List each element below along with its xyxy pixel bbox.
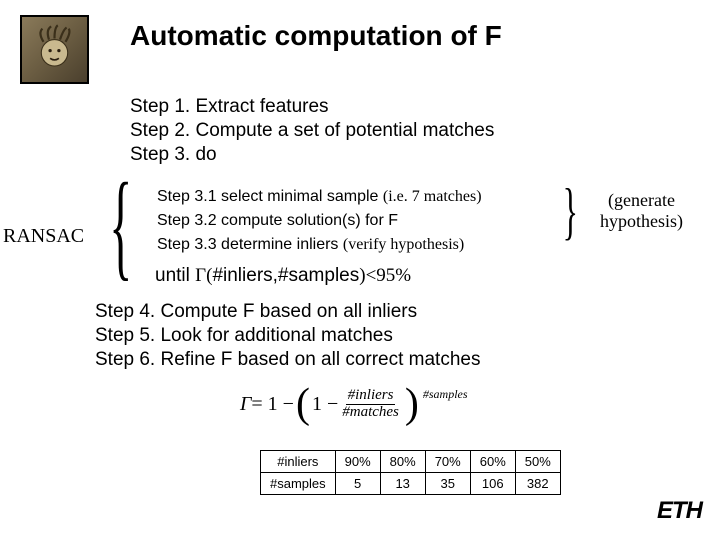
step-5: Step 5. Look for additional matches bbox=[95, 324, 480, 348]
step-3: Step 3. do bbox=[130, 143, 494, 167]
step-4: Step 4. Compute F based on all inliers bbox=[95, 300, 480, 324]
step-3-2: Step 3.2 compute solution(s) for F bbox=[157, 209, 482, 233]
until-condition: until Γ(#inliers,#samples)<95% bbox=[155, 265, 411, 287]
fraction: #inliers #matches bbox=[340, 388, 401, 421]
row-label-inliers: #inliers bbox=[261, 451, 336, 473]
ransac-label: RANSAC bbox=[3, 225, 84, 248]
substeps: Step 3.1 select minimal sample (i.e. 7 m… bbox=[157, 185, 482, 257]
table-row: #inliers 90% 80% 70% 60% 50% bbox=[261, 451, 561, 473]
medusa-logo bbox=[20, 15, 89, 84]
steps-bottom: Step 4. Compute F based on all inliers S… bbox=[95, 300, 480, 371]
step-6: Step 6. Refine F based on all correct ma… bbox=[95, 348, 480, 372]
page-title: Automatic computation of F bbox=[130, 20, 502, 52]
table-row: #samples 5 13 35 106 382 bbox=[261, 473, 561, 495]
step-3-3: Step 3.3 determine inliers (verify hypot… bbox=[157, 233, 482, 257]
samples-table: #inliers 90% 80% 70% 60% 50% #samples 5 … bbox=[260, 450, 561, 495]
step-3-1: Step 3.1 select minimal sample (i.e. 7 m… bbox=[157, 185, 482, 209]
eth-logo: ETH bbox=[657, 497, 702, 525]
step-1: Step 1. Extract features bbox=[130, 95, 494, 119]
gamma-formula: Γ = 1 − ( 1 − #inliers #matches ) #sampl… bbox=[240, 385, 468, 423]
generate-hypothesis-note: (generate hypothesis) bbox=[600, 190, 683, 231]
brace-left-icon: { bbox=[109, 170, 132, 280]
step-2: Step 2. Compute a set of potential match… bbox=[130, 119, 494, 143]
row-label-samples: #samples bbox=[261, 473, 336, 495]
brace-right-icon: } bbox=[563, 183, 578, 239]
steps-top: Step 1. Extract features Step 2. Compute… bbox=[130, 95, 494, 166]
